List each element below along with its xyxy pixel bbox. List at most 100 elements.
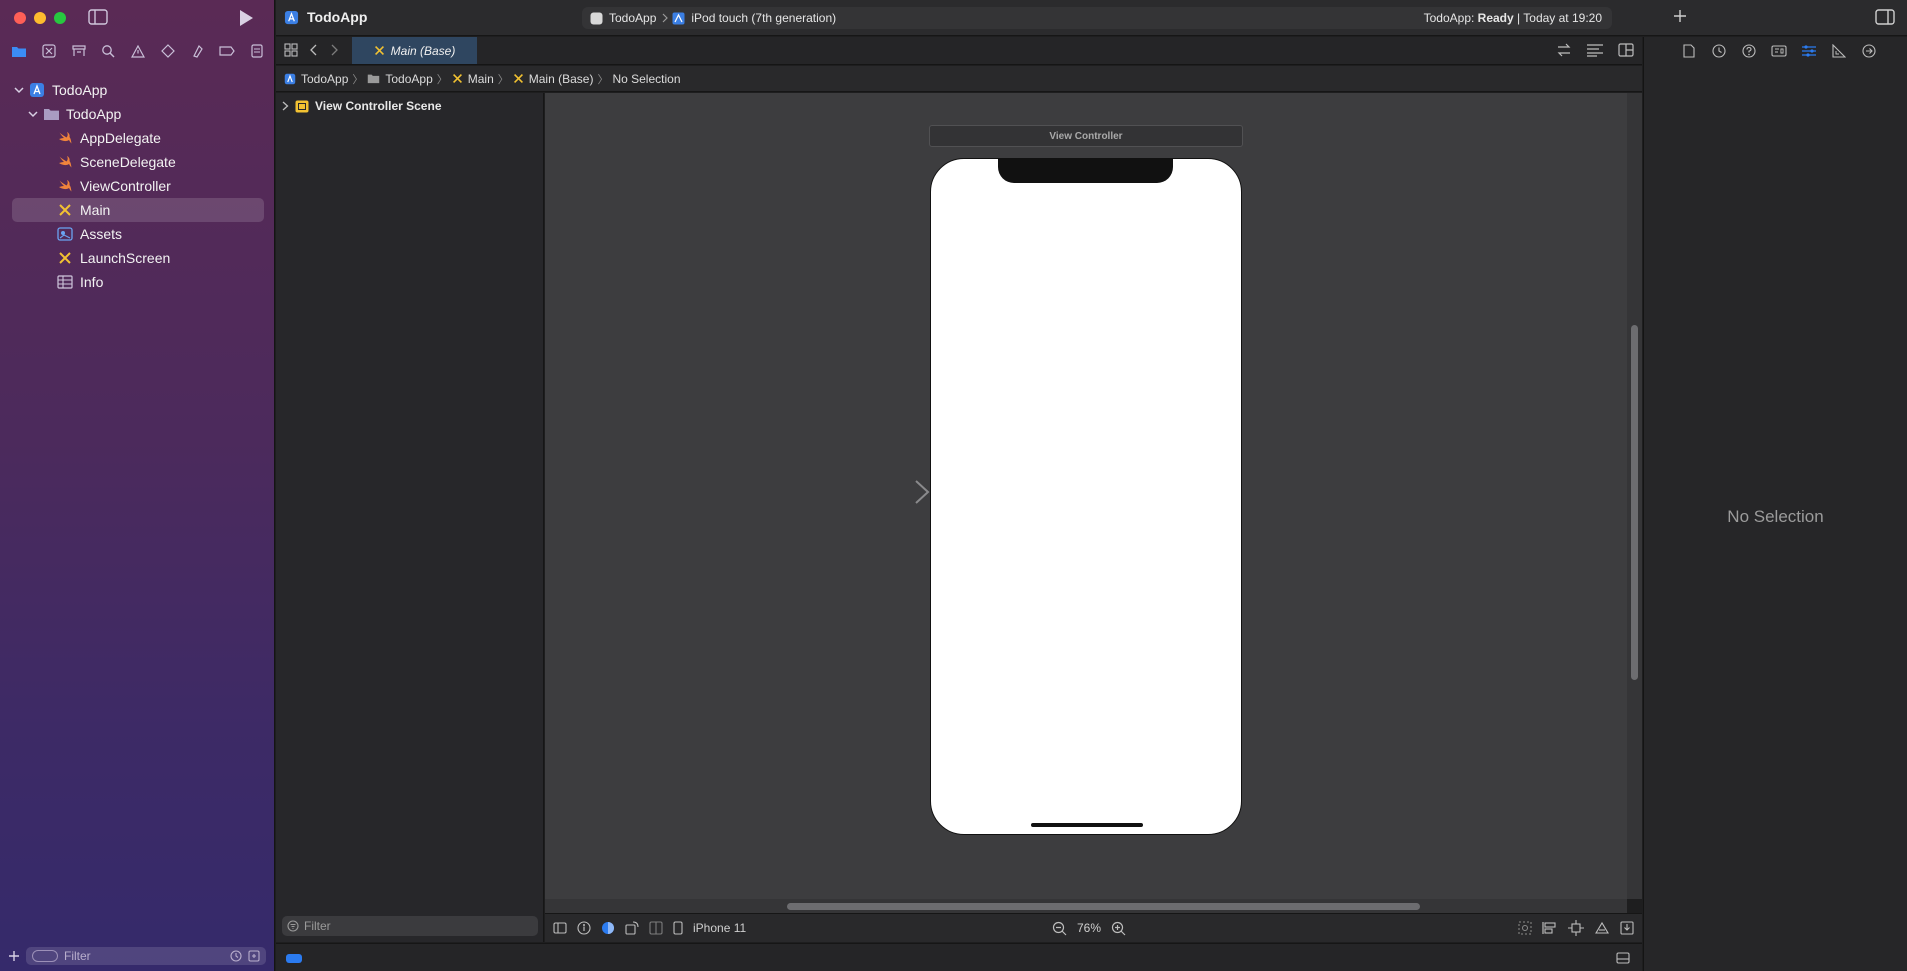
horizontal-scrollbar[interactable]: [787, 903, 1420, 910]
library-add-button[interactable]: [1673, 9, 1687, 23]
tree-item-file[interactable]: ViewController: [12, 174, 264, 198]
forward-arrow-icon[interactable]: [330, 44, 338, 56]
size-inspector-icon[interactable]: [1830, 43, 1848, 59]
zoom-in-icon[interactable]: [1111, 921, 1126, 936]
zoom-level[interactable]: 76%: [1077, 921, 1101, 935]
navigator-sidebar: TodoApp TodoApp AppDelegate SceneDelegat…: [0, 0, 275, 971]
breadcrumb-localization[interactable]: Main (Base): [513, 72, 593, 86]
accessibility-icon[interactable]: [577, 921, 591, 935]
swift-file-icon: [56, 154, 74, 170]
navigator-filter-field[interactable]: Filter: [26, 947, 266, 965]
debug-navigator-icon[interactable]: [187, 42, 209, 60]
split-editor-icon[interactable]: [1618, 43, 1634, 57]
tree-item-label: Info: [80, 274, 104, 290]
zoom-out-icon[interactable]: [1052, 921, 1067, 936]
tree-item-file[interactable]: Info: [12, 270, 264, 294]
split-view-icon[interactable]: [649, 921, 663, 935]
device-name[interactable]: iPhone 11: [693, 921, 746, 935]
project-icon: [28, 82, 46, 98]
issue-navigator-icon[interactable]: [127, 42, 149, 60]
history-inspector-icon[interactable]: [1710, 43, 1728, 59]
tree-item-file-selected[interactable]: Main: [12, 198, 264, 222]
tab-main-base[interactable]: Main (Base): [352, 37, 477, 64]
breadcrumb-file[interactable]: Main: [452, 72, 494, 86]
zoom-controls: 76%: [1052, 921, 1126, 936]
device-icon[interactable]: [673, 921, 683, 935]
build-status: TodoApp: Ready | Today at 19:20: [1424, 11, 1602, 25]
source-control-navigator-icon[interactable]: [38, 42, 60, 60]
related-items-icon[interactable]: [284, 43, 298, 57]
project-navigator-icon[interactable]: [8, 42, 30, 60]
breakpoints-toggle[interactable]: [286, 954, 302, 963]
folder-icon: [42, 106, 60, 122]
outline-item-scene[interactable]: View Controller Scene: [282, 99, 442, 113]
tree-item-project[interactable]: TodoApp: [12, 78, 264, 102]
tree-item-file[interactable]: SceneDelegate: [12, 150, 264, 174]
identity-inspector-icon[interactable]: [1770, 43, 1788, 59]
build-status-prefix: TodoApp:: [1423, 11, 1478, 25]
chevron-down-icon[interactable]: [12, 86, 26, 94]
breadcrumb-group[interactable]: TodoApp: [367, 72, 433, 86]
chevron-right-icon[interactable]: [282, 101, 289, 111]
tree-item-label: SceneDelegate: [80, 154, 176, 170]
window-toolbar: TodoApp TodoApp iPod touch (7th generati…: [276, 0, 1907, 36]
view-controller-scene[interactable]: [930, 158, 1242, 835]
tree-item-label: Assets: [80, 226, 123, 242]
source-control-filter-icon[interactable]: [248, 950, 260, 962]
resolve-issues-icon[interactable]: [1594, 921, 1610, 935]
recent-files-icon[interactable]: [230, 950, 242, 962]
filter-options-icon[interactable]: [32, 950, 58, 962]
vertical-scrollbar[interactable]: [1631, 325, 1638, 680]
plist-icon: [56, 274, 74, 290]
navigator-filter-placeholder: Filter: [64, 949, 91, 963]
storyboard-icon: [452, 73, 463, 84]
storyboard-icon: [513, 73, 524, 84]
embed-in-icon[interactable]: [1620, 921, 1634, 935]
quick-help-icon[interactable]: [1740, 43, 1758, 59]
debug-area-toggle-icon[interactable]: [1616, 952, 1630, 964]
breadcrumb-project[interactable]: TodoApp: [284, 72, 348, 86]
add-file-icon[interactable]: [8, 950, 20, 962]
find-navigator-icon[interactable]: [97, 42, 119, 60]
tree-item-file[interactable]: AppDelegate: [12, 126, 264, 150]
editor-options-icon[interactable]: [1586, 43, 1604, 57]
storyboard-canvas[interactable]: View Controller: [545, 93, 1627, 899]
close-window-button[interactable]: [14, 12, 26, 24]
asset-catalog-icon: [56, 226, 74, 242]
minimize-window-button[interactable]: [34, 12, 46, 24]
add-constraints-icon[interactable]: [1568, 920, 1584, 936]
tree-item-file[interactable]: Assets: [12, 222, 264, 246]
zoom-window-button[interactable]: [54, 12, 66, 24]
initial-view-controller-arrow-icon[interactable]: [855, 479, 931, 505]
scheme-selector[interactable]: TodoApp: [590, 11, 669, 25]
tree-item-file[interactable]: LaunchScreen: [12, 246, 264, 270]
file-inspector-icon[interactable]: [1680, 43, 1698, 59]
tab-label: Main (Base): [390, 43, 456, 58]
test-navigator-icon[interactable]: [157, 42, 179, 60]
appearance-icon[interactable]: [601, 921, 615, 935]
orientation-icon[interactable]: [625, 921, 639, 935]
symbol-navigator-icon[interactable]: [68, 42, 90, 60]
tree-item-group[interactable]: TodoApp: [12, 102, 264, 126]
run-button[interactable]: [238, 9, 254, 27]
update-frames-icon[interactable]: [1518, 921, 1532, 935]
outline-filter-field[interactable]: Filter: [282, 916, 538, 936]
breadcrumb-selection[interactable]: No Selection: [612, 72, 680, 86]
sidebar-toggle-icon[interactable]: [88, 9, 108, 25]
storyboard-icon: [56, 202, 74, 218]
connections-inspector-icon[interactable]: [1860, 43, 1878, 59]
breakpoint-navigator-icon[interactable]: [216, 42, 238, 60]
align-icon[interactable]: [1542, 921, 1558, 935]
scene-title-bar[interactable]: View Controller: [929, 125, 1243, 147]
outline-toggle-icon[interactable]: [553, 922, 567, 934]
project-title: TodoApp: [284, 9, 367, 25]
inspector-panel: No Selection: [1643, 37, 1907, 971]
chevron-down-icon[interactable]: [26, 110, 40, 118]
project-icon: [284, 73, 296, 85]
attributes-inspector-icon[interactable]: [1800, 43, 1818, 59]
report-navigator-icon[interactable]: [246, 42, 268, 60]
back-arrow-icon[interactable]: [310, 44, 318, 56]
run-destination-selector[interactable]: iPod touch (7th generation): [672, 11, 836, 25]
inspector-toggle-icon[interactable]: [1875, 9, 1895, 25]
assistant-swap-icon[interactable]: [1556, 43, 1572, 57]
